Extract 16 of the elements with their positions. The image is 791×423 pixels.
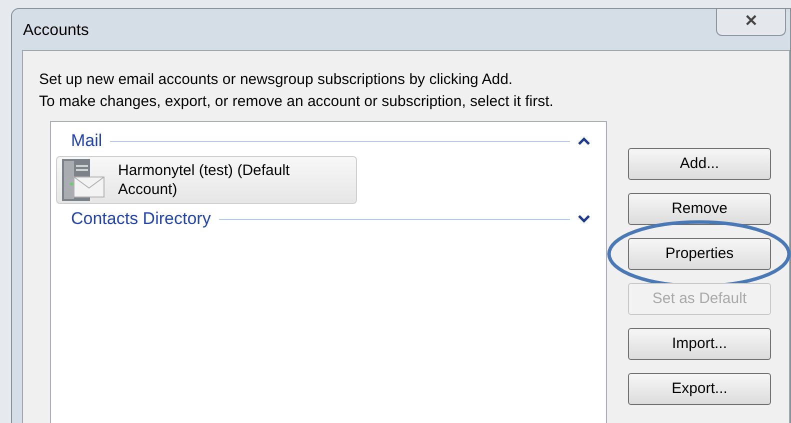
dialog-button[interactable]: Add... [628,148,771,180]
close-button[interactable]: ✕ [716,9,786,36]
group-header: Mail [71,130,102,152]
dialog-button[interactable]: Remove [628,193,771,225]
dialog-button[interactable]: Properties [628,238,771,270]
dialog-button[interactable]: Export... [628,373,771,405]
caret-up-icon[interactable] [578,137,590,145]
window-title: Accounts [22,21,89,41]
caret-down-icon[interactable] [578,215,590,223]
instruction-text: Set up new email accounts or newsgroup subscriptions by clicking Add. [39,70,514,90]
dialog-button[interactable]: Import... [628,328,771,360]
account-name: Harmonytel (test) (Default Account) [118,161,291,199]
instruction-text: To make changes, export, or remove an account or subscription, select it first. [39,92,554,112]
account-item[interactable]: Harmonytel (test) (Default Account) [56,156,357,204]
mail-server-icon [60,157,106,203]
group-header: Contacts Directory [71,208,211,230]
